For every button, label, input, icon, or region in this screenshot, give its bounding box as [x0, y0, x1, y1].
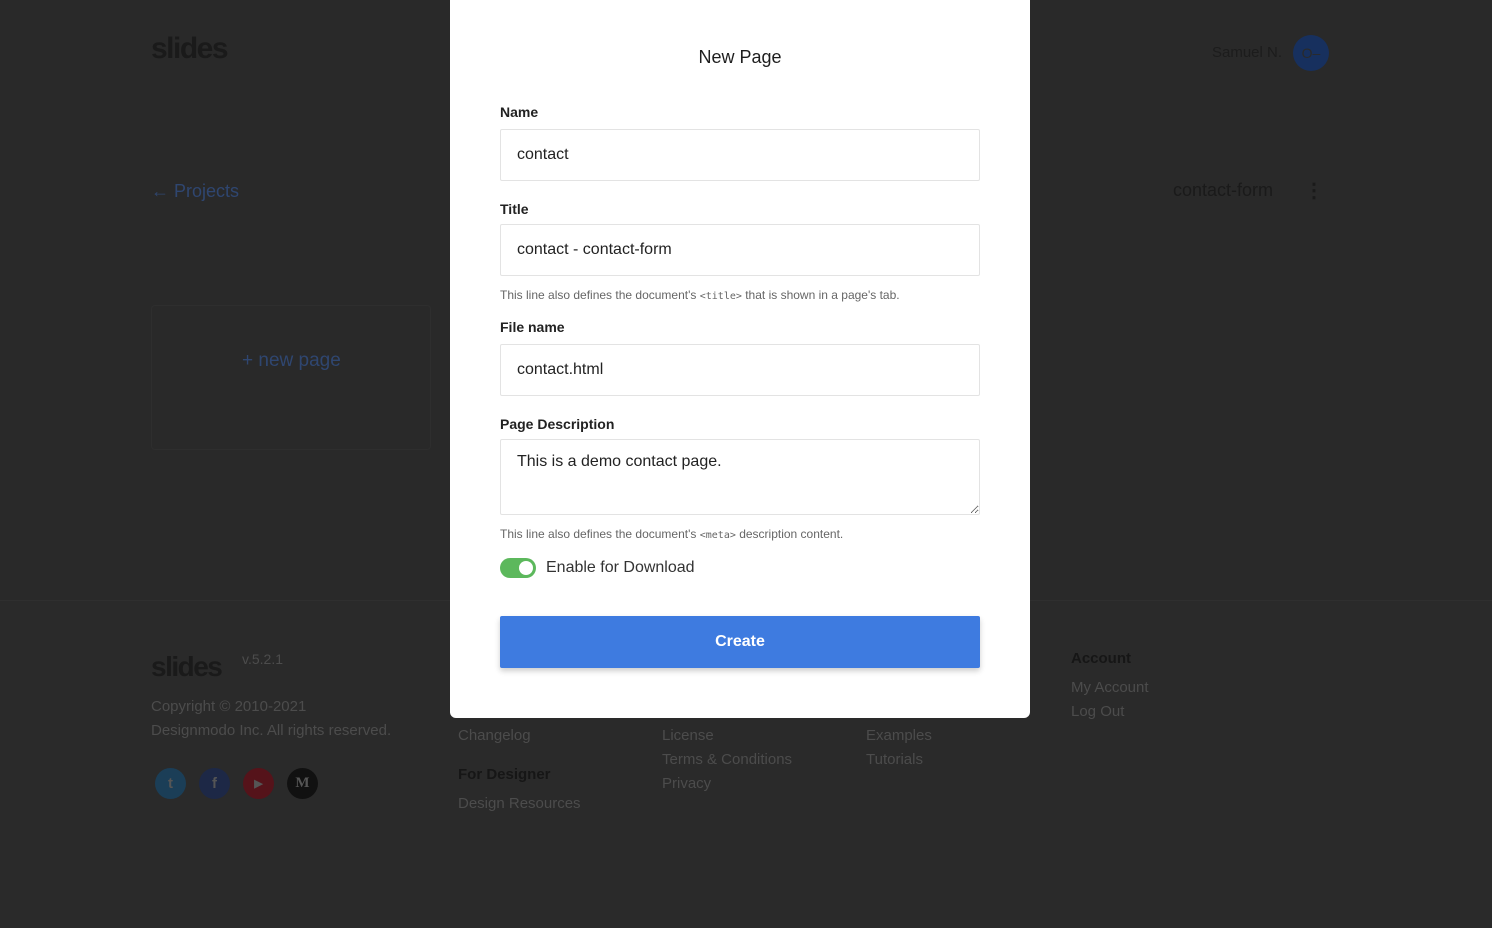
back-to-projects-link[interactable]: ← Projects — [151, 181, 239, 202]
title-help-text: This line also defines the document's <t… — [500, 288, 900, 302]
project-name: contact-form — [1173, 180, 1274, 200]
footer-link-examples[interactable]: Examples — [866, 727, 932, 744]
copyright-line1: Copyright © 2010-2021 — [151, 698, 307, 715]
footer-link-license[interactable]: License — [662, 727, 714, 744]
user-name[interactable]: Samuel N. — [1212, 44, 1282, 61]
title-input[interactable] — [500, 224, 980, 276]
copyright-line2: Designmodo Inc. All rights reserved. — [151, 722, 392, 739]
back-label: Projects — [174, 181, 240, 201]
footer-link-changelog[interactable]: Changelog — [458, 727, 531, 744]
help-text: This line also defines the document's — [500, 527, 700, 541]
title-label: Title — [500, 201, 529, 217]
footer-link-my-account[interactable]: My Account — [1071, 679, 1149, 696]
kebab-menu-icon[interactable]: ⋮ — [1304, 178, 1324, 203]
arrow-left-icon: ← — [151, 181, 175, 201]
enable-download-label[interactable]: Enable for Download — [546, 559, 695, 577]
footer-link-privacy[interactable]: Privacy — [662, 775, 711, 792]
create-button[interactable]: Create — [500, 616, 980, 668]
youtube-icon[interactable]: ▶ — [243, 768, 274, 799]
new-page-modal: New Page Name Title This line also defin… — [450, 0, 1030, 718]
page-description-textarea[interactable]: This is a demo contact page. — [500, 439, 980, 515]
help-text: This line also defines the document's — [500, 288, 700, 302]
description-help-text: This line also defines the document's <m… — [500, 527, 843, 541]
file-name-label: File name — [500, 319, 565, 335]
footer-link-design-resources[interactable]: Design Resources — [458, 795, 581, 812]
footer-heading-for-designer: For Designer — [458, 766, 551, 783]
facebook-icon[interactable]: f — [199, 768, 230, 799]
user-avatar-icon[interactable]: O– — [1293, 35, 1329, 71]
help-text: description content. — [735, 527, 844, 541]
header-logo[interactable]: slides — [151, 32, 229, 66]
file-name-input[interactable] — [500, 344, 980, 396]
help-code: <meta> — [699, 530, 736, 541]
footer-logo: slides — [151, 651, 223, 682]
footer-link-tutorials[interactable]: Tutorials — [866, 751, 923, 768]
page-description-label: Page Description — [500, 416, 615, 432]
new-page-card[interactable]: + new page — [151, 305, 431, 450]
footer-heading-account: Account — [1071, 650, 1131, 667]
footer-link-terms[interactable]: Terms & Conditions — [662, 751, 792, 768]
help-code: <title> — [699, 291, 742, 302]
version: v.5.2.1 — [242, 651, 283, 667]
name-input[interactable] — [500, 129, 980, 181]
footer-link-log-out[interactable]: Log Out — [1071, 703, 1124, 720]
enable-download-toggle[interactable] — [500, 558, 536, 578]
name-label: Name — [500, 104, 539, 120]
new-page-label: + new page — [242, 350, 341, 371]
social-links: t f ▶ M — [155, 768, 318, 799]
twitter-icon[interactable]: t — [155, 768, 186, 799]
medium-icon[interactable]: M — [287, 768, 318, 799]
modal-title: New Page — [698, 47, 782, 67]
help-text: that is shown in a page's tab. — [741, 288, 900, 302]
